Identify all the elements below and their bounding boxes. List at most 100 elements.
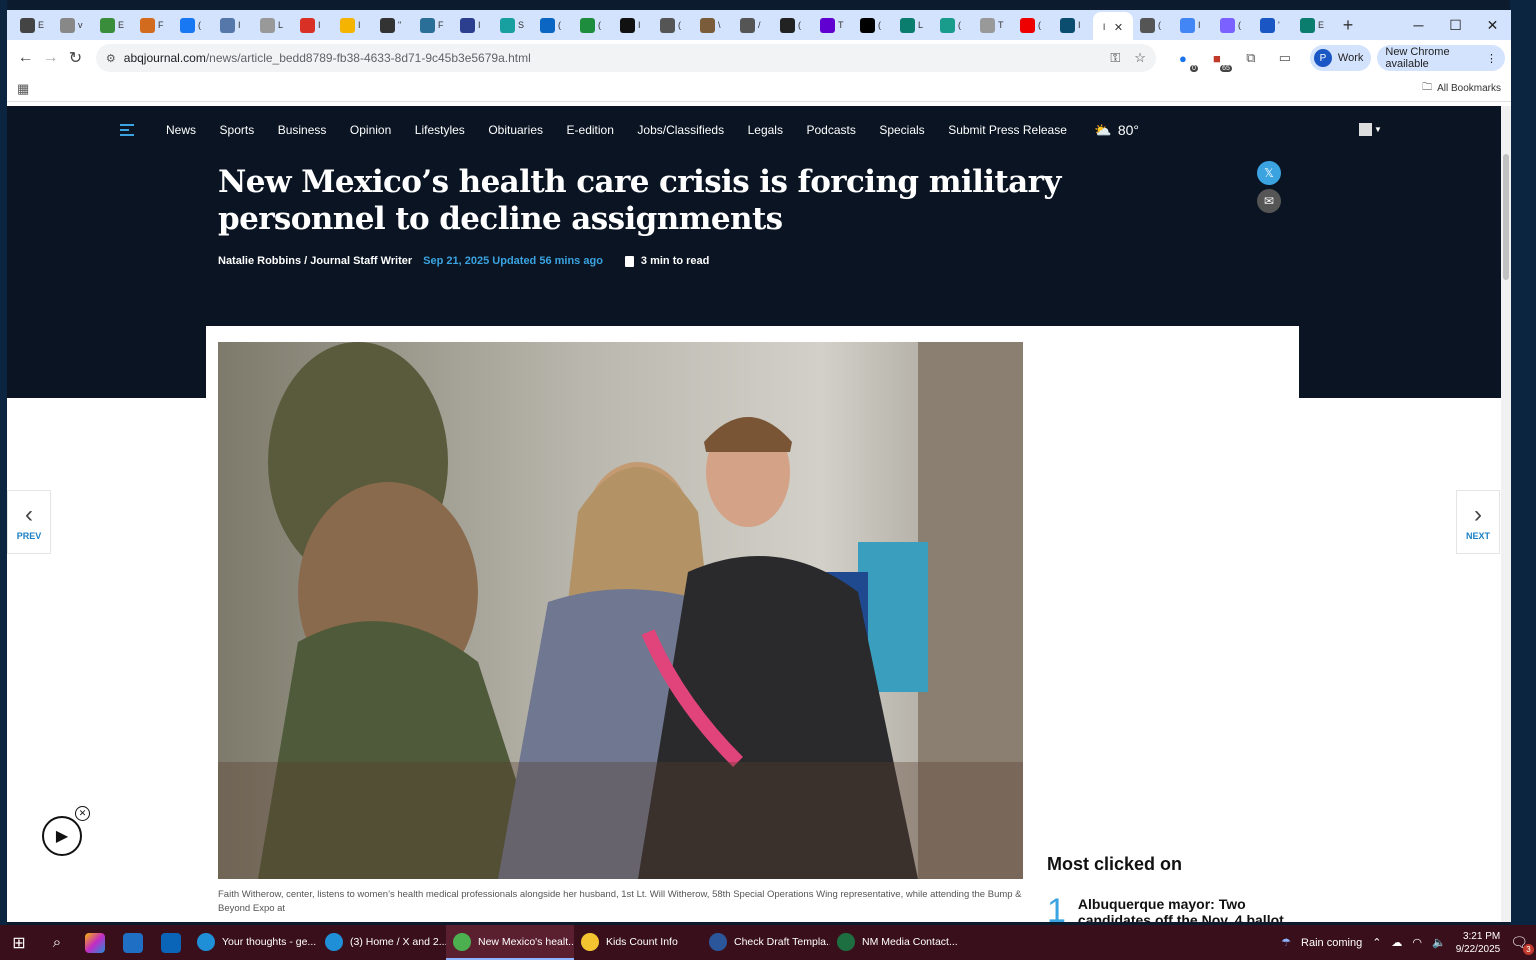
maximize-icon[interactable]: ☐ xyxy=(1437,17,1474,34)
tab-b-23[interactable]: ( xyxy=(933,12,973,38)
tab-b-16[interactable]: ( xyxy=(653,12,693,38)
nav-link-specials[interactable]: Specials xyxy=(879,123,924,137)
tab-b-8[interactable]: I xyxy=(333,12,373,38)
puzzle-icon[interactable]: ⧉ xyxy=(1242,49,1260,67)
author-name[interactable]: Natalie Robbins / Journal Staff Writer xyxy=(218,255,412,267)
nav-link-jobs-classifieds[interactable]: Jobs/Classifieds xyxy=(637,123,724,137)
taskbar-app[interactable]: Check Draft Templa... xyxy=(702,925,830,960)
taskbar-app[interactable]: NM Media Contact... xyxy=(830,925,958,960)
audio-play-button[interactable]: ▶ xyxy=(42,816,82,856)
minimize-icon[interactable]: ─ xyxy=(1400,17,1437,34)
player-close-icon[interactable]: ✕ xyxy=(75,806,90,821)
scrollbar-thumb[interactable] xyxy=(1503,154,1509,280)
back-icon[interactable]: ← xyxy=(13,49,38,67)
copilot-icon[interactable] xyxy=(76,925,114,960)
new-tab-button[interactable]: + xyxy=(1333,15,1363,36)
nav-link-opinion[interactable]: Opinion xyxy=(350,123,391,137)
tab-b-7[interactable]: I xyxy=(293,12,333,38)
tab-b-2[interactable]: E xyxy=(93,12,133,38)
tab-b-21[interactable]: ( xyxy=(853,12,893,38)
tab-close-icon[interactable]: ✕ xyxy=(1114,21,1123,34)
share-x-icon[interactable]: 𝕏 xyxy=(1257,161,1281,185)
taskbar-app[interactable]: (3) Home / X and 2... xyxy=(318,925,446,960)
most-clicked-item[interactable]: 1 Albuquerque mayor: Two candidates off … xyxy=(1047,894,1300,922)
update-chrome-button[interactable]: New Chrome available ⋮ xyxy=(1377,45,1506,71)
tab-active[interactable]: I ✕ xyxy=(1093,12,1133,42)
tab-b-15[interactable]: I xyxy=(613,12,653,38)
tray-weather[interactable]: Rain coming xyxy=(1301,937,1362,949)
profile-button[interactable]: P Work xyxy=(1309,45,1372,71)
all-bookmarks-button[interactable]: 🗀 All Bookmarks xyxy=(1422,80,1501,97)
clock[interactable]: 3:21 PM 9/22/2025 xyxy=(1456,930,1501,956)
tab-b-17[interactable]: \ xyxy=(693,12,733,38)
chevron-up-icon[interactable]: ⌃ xyxy=(1372,936,1381,949)
nav-link-business[interactable]: Business xyxy=(278,123,327,137)
share-email-icon[interactable]: ✉ xyxy=(1257,189,1281,213)
nav-link-submit-press-release[interactable]: Submit Press Release xyxy=(948,123,1067,137)
tab-b-25[interactable]: ( xyxy=(1013,12,1053,38)
taskbar-app[interactable]: Kids Count Info xyxy=(574,925,702,960)
tab-b-19[interactable]: ( xyxy=(773,12,813,38)
nav-link-obituaries[interactable]: Obituaries xyxy=(488,123,543,137)
bookmark-star-icon[interactable]: ☆ xyxy=(1134,50,1146,66)
tab-a-3[interactable]: ' xyxy=(1253,12,1293,38)
nav-link-e-edition[interactable]: E-edition xyxy=(567,123,614,137)
tab-b-1[interactable]: v xyxy=(53,12,93,38)
nav-link-sports[interactable]: Sports xyxy=(220,123,255,137)
tab-b-20[interactable]: T xyxy=(813,12,853,38)
tab-b-24[interactable]: T xyxy=(973,12,1013,38)
tab-b-12[interactable]: S xyxy=(493,12,533,38)
nav-link-podcasts[interactable]: Podcasts xyxy=(806,123,855,137)
tab-a-0[interactable]: ( xyxy=(1133,12,1173,38)
tab-b-3[interactable]: F xyxy=(133,12,173,38)
tab-a-2[interactable]: ( xyxy=(1213,12,1253,38)
apps-grid-icon[interactable]: ▦ xyxy=(17,81,29,97)
next-article-button[interactable]: › NEXT xyxy=(1456,490,1500,554)
extension-icon[interactable]: ● 0 xyxy=(1174,49,1198,72)
user-account-menu[interactable]: ▼ xyxy=(1359,123,1382,136)
site-info-icon[interactable]: ⚙ xyxy=(106,52,116,65)
tab-b-13[interactable]: ( xyxy=(533,12,573,38)
article-photo[interactable] xyxy=(218,342,1023,879)
hamburger-menu-icon[interactable] xyxy=(120,124,134,136)
forward-icon[interactable]: → xyxy=(38,49,63,67)
weather-widget[interactable]: ⛅ 80° xyxy=(1094,122,1139,139)
password-key-icon[interactable]: ⚿ xyxy=(1110,50,1120,66)
cloud-icon[interactable]: ☁ xyxy=(1391,936,1402,949)
page-scrollbar[interactable] xyxy=(1501,106,1511,922)
tab-b-4[interactable]: ( xyxy=(173,12,213,38)
kebab-menu-icon[interactable]: ⋮ xyxy=(1486,52,1497,65)
prev-article-button[interactable]: ‹ PREV xyxy=(7,490,51,554)
tab-a-4[interactable]: E xyxy=(1293,12,1333,38)
tab-a-1[interactable]: I xyxy=(1173,12,1213,38)
taskbar-app[interactable]: New Mexico's healt... xyxy=(446,925,574,960)
outlook-icon[interactable] xyxy=(152,925,190,960)
tab-b-18[interactable]: / xyxy=(733,12,773,38)
reading-mode-icon[interactable]: ▭ xyxy=(1276,49,1294,67)
tab-b-0[interactable]: E xyxy=(13,12,53,38)
most-clicked-headline[interactable]: Albuquerque mayor: Two candidates off th… xyxy=(1078,896,1300,922)
remote-desktop-icon[interactable] xyxy=(114,925,152,960)
nav-link-lifestyles[interactable]: Lifestyles xyxy=(415,123,465,137)
tab-title: E xyxy=(118,20,125,30)
tab-b-10[interactable]: F xyxy=(413,12,453,38)
tab-b-14[interactable]: ( xyxy=(573,12,613,38)
close-window-icon[interactable]: ✕ xyxy=(1474,17,1511,34)
notification-icon[interactable]: 🗨 3 xyxy=(1510,934,1534,955)
tab-b-9[interactable]: " xyxy=(373,12,413,38)
volume-icon[interactable]: 🔈 xyxy=(1432,936,1446,949)
tab-b-22[interactable]: L xyxy=(893,12,933,38)
address-bar[interactable]: ⚙ abqjournal.com/news/article_bedd8789-f… xyxy=(95,44,1156,72)
search-icon[interactable]: ⌕ xyxy=(38,925,76,960)
tab-b-26[interactable]: I xyxy=(1053,12,1093,38)
nav-link-news[interactable]: News xyxy=(166,123,196,137)
taskbar-app[interactable]: Your thoughts - ge... xyxy=(190,925,318,960)
reload-icon[interactable]: ↻ xyxy=(63,48,88,68)
windows-start-icon[interactable]: ⊞ xyxy=(0,933,38,953)
extension-icon[interactable]: ■ 65 xyxy=(1208,49,1232,72)
tab-b-6[interactable]: L xyxy=(253,12,293,38)
nav-link-legals[interactable]: Legals xyxy=(748,123,783,137)
wifi-icon[interactable]: ◠ xyxy=(1412,936,1422,949)
tab-b-5[interactable]: I xyxy=(213,12,253,38)
tab-b-11[interactable]: I xyxy=(453,12,493,38)
